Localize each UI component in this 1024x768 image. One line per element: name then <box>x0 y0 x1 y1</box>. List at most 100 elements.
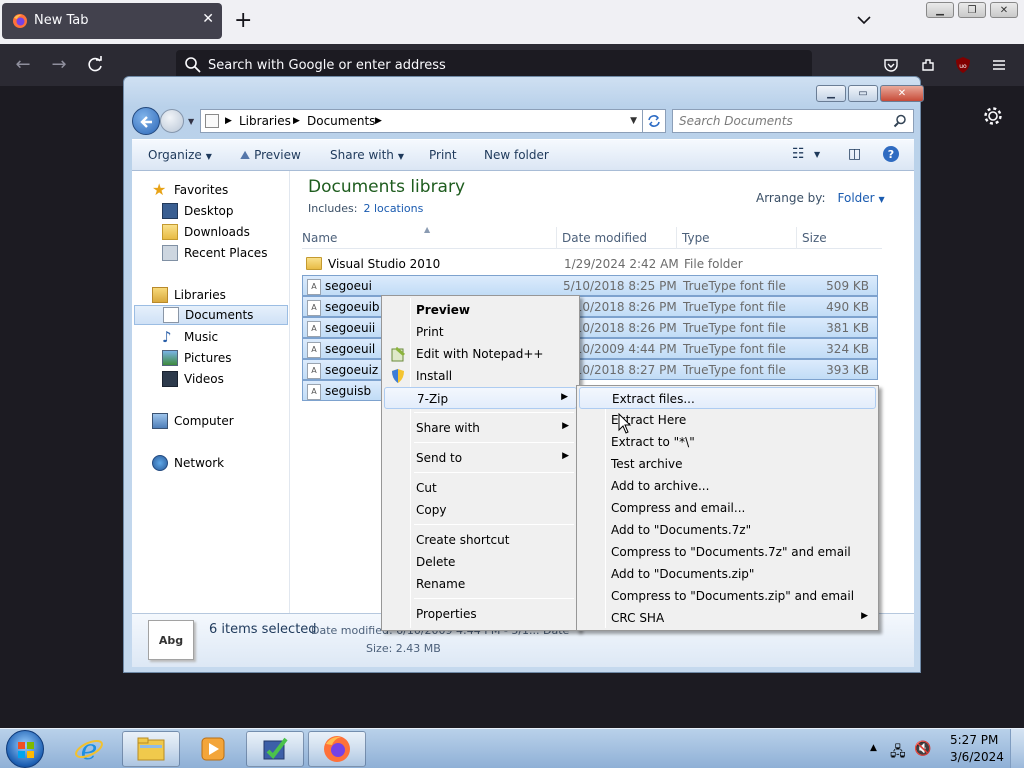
table-row[interactable]: Visual Studio 2010 1/29/2024 2:42 AM Fil… <box>302 254 878 275</box>
print-button[interactable]: Print <box>429 148 457 162</box>
preview-button[interactable]: ⛰ Preview <box>240 148 301 163</box>
arrange-by-dropdown[interactable]: Folder ▼ <box>838 191 885 205</box>
organize-button[interactable]: Organize ▼ <box>148 148 212 162</box>
nav-network[interactable]: Network <box>152 453 224 473</box>
network-status-icon[interactable]: 🖧 <box>890 741 906 765</box>
column-type[interactable]: Type <box>682 231 710 245</box>
nav-desktop[interactable]: Desktop <box>162 201 234 221</box>
back-arrow-icon[interactable]: ← <box>12 54 34 76</box>
nav-favorites[interactable]: ★ Favorites <box>152 180 228 200</box>
show-desktop-button[interactable] <box>1010 729 1024 768</box>
nav-recent-places[interactable]: Recent Places <box>162 243 267 263</box>
show-hidden-icons-chevron-icon[interactable]: ▲ <box>870 743 877 753</box>
menu-item-share-with[interactable]: Share with ▶ <box>384 417 577 439</box>
menu-item-edit-notepad[interactable]: Edit with Notepad++ <box>384 343 577 365</box>
menu-item-rename[interactable]: Rename <box>384 573 577 595</box>
column-name[interactable]: Name <box>302 231 337 245</box>
column-divider[interactable] <box>556 227 557 249</box>
new-folder-button[interactable]: New folder <box>484 148 549 162</box>
menu-item-compress-zip-email[interactable]: Compress to "Documents.zip" and email <box>579 585 876 607</box>
breadcrumb-libraries[interactable]: Libraries <box>239 114 291 128</box>
change-view-icon[interactable]: ☷ <box>792 146 805 162</box>
close-tab-icon[interactable]: ✕ <box>202 11 214 27</box>
minimize-button[interactable]: ▁ <box>926 2 954 18</box>
recent-pages-chevron-icon[interactable]: ▼ <box>188 117 194 126</box>
table-row[interactable]: A segoeui 5/10/2018 8:25 PM TrueType fon… <box>302 275 878 296</box>
locations-link[interactable]: 2 locations <box>363 202 423 215</box>
taskbar-media-player[interactable] <box>184 731 242 767</box>
menu-item-7zip[interactable]: 7-Zip ▶ <box>384 387 577 409</box>
help-icon[interactable]: ? <box>882 145 900 166</box>
nav-downloads[interactable]: Downloads <box>162 222 250 242</box>
table-row[interactable]: A seguisb <box>302 380 382 401</box>
menu-icon[interactable] <box>988 54 1010 76</box>
column-date-modified[interactable]: Date modified <box>562 231 647 245</box>
menu-item-add-to-archive[interactable]: Add to archive... <box>579 475 876 497</box>
taskbar-internet-explorer[interactable]: e <box>60 731 118 767</box>
share-with-button[interactable]: Share with ▼ <box>330 148 404 162</box>
menu-item-delete[interactable]: Delete <box>384 551 577 573</box>
list-all-tabs-chevron-icon[interactable] <box>854 10 874 30</box>
menu-item-properties[interactable]: Properties <box>384 603 577 625</box>
menu-item-preview[interactable]: Preview <box>384 299 577 321</box>
taskbar-task-app[interactable] <box>246 731 304 767</box>
search-icon[interactable] <box>893 114 907 128</box>
menu-item-cut[interactable]: Cut <box>384 477 577 499</box>
menu-item-compress-and-email[interactable]: Compress and email... <box>579 497 876 519</box>
nav-music[interactable]: ♪ Music <box>162 327 218 347</box>
menu-item-create-shortcut[interactable]: Create shortcut <box>384 529 577 551</box>
menu-item-test-archive[interactable]: Test archive <box>579 453 876 475</box>
restore-button[interactable]: ❐ <box>958 2 986 18</box>
nav-computer[interactable]: Computer <box>152 411 234 431</box>
chevron-right-icon[interactable]: ▶ <box>225 116 232 126</box>
extensions-icon[interactable] <box>917 54 939 76</box>
breadcrumb-documents[interactable]: Documents <box>307 114 375 128</box>
preview-pane-icon[interactable]: ◫ <box>848 146 861 162</box>
menu-item-print[interactable]: Print <box>384 321 577 343</box>
search-input[interactable] <box>679 114 879 128</box>
nav-documents[interactable]: Documents <box>134 305 288 325</box>
tab-new-tab[interactable]: New Tab ✕ <box>2 3 222 39</box>
menu-item-compress-7z-email[interactable]: Compress to "Documents.7z" and email <box>579 541 876 563</box>
maximize-button[interactable]: ▭ <box>848 85 878 102</box>
refresh-button[interactable] <box>642 109 666 133</box>
column-size[interactable]: Size <box>802 231 827 245</box>
search-documents-box[interactable] <box>672 109 914 133</box>
ublock-icon[interactable]: uo <box>952 54 974 76</box>
menu-item-extract-files[interactable]: Extract files... <box>579 387 876 409</box>
chevron-right-icon[interactable]: ▶ <box>293 116 300 126</box>
chevron-down-icon[interactable]: ▼ <box>630 116 637 126</box>
menu-item-crc-sha[interactable]: CRC SHA ▶ <box>579 607 876 629</box>
column-divider[interactable] <box>796 227 797 249</box>
menu-item-install[interactable]: Install <box>384 365 577 387</box>
start-button[interactable] <box>6 730 44 768</box>
url-input[interactable] <box>208 55 788 75</box>
address-bar[interactable]: ▶ Libraries ▶ Documents ▶ ▼ <box>200 109 644 133</box>
taskbar-explorer[interactable] <box>122 731 180 767</box>
nav-videos[interactable]: Videos <box>162 369 224 389</box>
reload-icon[interactable] <box>85 55 105 75</box>
nav-pictures[interactable]: Pictures <box>162 348 232 368</box>
chevron-right-icon[interactable]: ▶ <box>375 116 382 126</box>
back-button[interactable] <box>132 107 160 135</box>
arrange-label: Arrange by: <box>756 191 826 205</box>
taskbar-firefox[interactable] <box>308 731 366 767</box>
gear-icon[interactable] <box>982 105 1004 127</box>
close-button[interactable]: ✕ <box>880 85 924 102</box>
forward-button[interactable] <box>160 109 184 133</box>
forward-arrow-icon[interactable]: → <box>48 54 70 76</box>
new-tab-button[interactable]: + <box>234 8 252 34</box>
chevron-down-icon[interactable]: ▼ <box>814 150 820 159</box>
menu-item-add-to-zip[interactable]: Add to "Documents.zip" <box>579 563 876 585</box>
clock-date[interactable]: 3/6/2024 <box>950 750 1004 764</box>
volume-muted-icon[interactable]: 🔇 <box>914 741 931 757</box>
pocket-icon[interactable] <box>880 54 902 76</box>
menu-item-add-to-7z[interactable]: Add to "Documents.7z" <box>579 519 876 541</box>
column-divider[interactable] <box>676 227 677 249</box>
minimize-button[interactable]: ▁ <box>816 85 846 102</box>
menu-item-send-to[interactable]: Send to ▶ <box>384 447 577 469</box>
menu-item-copy[interactable]: Copy <box>384 499 577 521</box>
nav-libraries[interactable]: Libraries <box>152 285 226 305</box>
clock-time[interactable]: 5:27 PM <box>950 733 998 747</box>
close-button[interactable]: ✕ <box>990 2 1018 18</box>
